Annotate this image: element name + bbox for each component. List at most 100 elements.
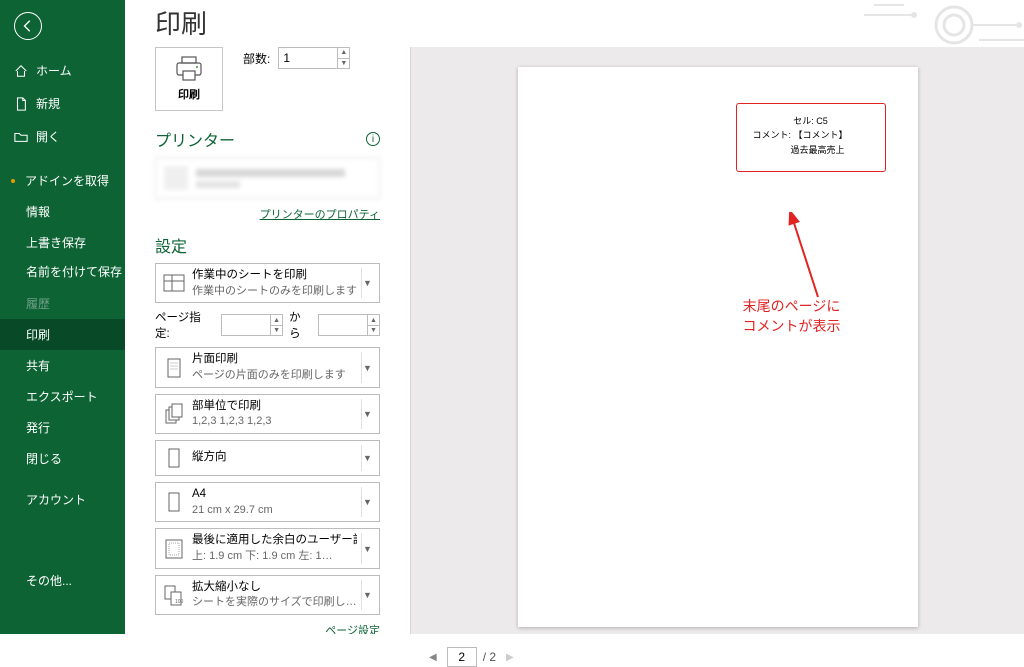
chevron-down-icon: ▼	[361, 445, 373, 471]
sidebar-item-history: 履歴	[0, 288, 125, 319]
setting-title: 作業中のシートを印刷	[192, 268, 357, 284]
comment-output-box: セル: C5 コメント: 【コメント】 過去最高売上	[736, 103, 886, 172]
page-to-input[interactable]	[318, 314, 368, 336]
sidebar-item-saveas[interactable]: 名前を付けて保存	[0, 258, 125, 288]
current-page-input[interactable]	[447, 647, 477, 667]
copies-label: 部数:	[243, 50, 270, 67]
page-to-stepper[interactable]: ▲▼	[368, 314, 380, 336]
prev-page-button[interactable]: ◀	[425, 650, 441, 665]
print-preview-panel: セル: C5 コメント: 【コメント】 過去最高売上 末尾のページに コメントが…	[410, 47, 1024, 634]
chevron-down-icon: ▼	[361, 580, 373, 610]
back-button[interactable]	[14, 12, 42, 40]
setting-sub: シートを実際のサイズで印刷します	[192, 595, 357, 610]
portrait-icon	[162, 445, 186, 471]
annotation-text: 末尾のページに コメントが表示	[743, 297, 841, 336]
sidebar-label: その他...	[26, 574, 72, 588]
sidebar-item-close[interactable]: 閉じる	[0, 443, 125, 474]
setting-sub: 作業中のシートのみを印刷します	[192, 284, 357, 299]
info-icon[interactable]: i	[366, 132, 380, 146]
sidebar-label: アドインを取得	[25, 172, 109, 189]
sidebar-label: 履歴	[26, 297, 50, 311]
arrow-left-icon	[21, 19, 35, 33]
setting-title: A4	[192, 487, 357, 503]
page-range-label: ページ指定:	[155, 309, 215, 341]
comment-cell-ref: セル: C5	[753, 114, 869, 128]
annotation-line1: 末尾のページに	[743, 297, 841, 317]
sidebar-item-new[interactable]: 新規	[0, 87, 125, 120]
sidebar-item-print[interactable]: 印刷	[0, 319, 125, 350]
sidebar-label: 上書き保存	[26, 236, 86, 250]
page-icon	[162, 355, 186, 381]
page-from-input[interactable]	[221, 314, 271, 336]
paper-icon	[162, 489, 186, 515]
sidebar-item-addins[interactable]: アドインを取得	[0, 165, 125, 196]
sidebar-label: 新規	[36, 95, 60, 112]
home-icon	[14, 64, 28, 78]
step-up-icon[interactable]: ▲	[338, 48, 349, 59]
setting-paper-size[interactable]: A421 cm x 29.7 cm ▼	[155, 482, 380, 522]
settings-section-header: 設定	[155, 233, 187, 257]
setting-print-what[interactable]: 作業中のシートを印刷作業中のシートのみを印刷します ▼	[155, 263, 380, 303]
sheets-icon	[162, 270, 186, 296]
sidebar-item-info[interactable]: 情報	[0, 196, 125, 227]
new-file-icon	[14, 97, 28, 111]
setting-title: 拡大縮小なし	[192, 580, 357, 596]
sidebar-item-other[interactable]: その他...	[0, 565, 125, 596]
setting-collate[interactable]: 部単位で印刷1,2,3 1,2,3 1,2,3 ▼	[155, 394, 380, 434]
setting-sub: 21 cm x 29.7 cm	[192, 503, 357, 518]
main-area: 印刷 印刷 部数: ▲▼	[125, 0, 1024, 634]
setting-title: 片面印刷	[192, 352, 357, 368]
chevron-down-icon: ▼	[361, 268, 373, 298]
new-indicator-icon	[11, 179, 15, 183]
chevron-down-icon: ▼	[361, 352, 373, 382]
sidebar-item-open[interactable]: 開く	[0, 120, 125, 153]
print-button-label: 印刷	[178, 86, 200, 102]
sidebar-item-publish[interactable]: 発行	[0, 412, 125, 443]
sidebar-label: 情報	[26, 205, 50, 219]
sidebar-label: アカウント	[26, 493, 86, 507]
print-button[interactable]: 印刷	[155, 47, 223, 111]
page-from-stepper[interactable]: ▲▼	[271, 314, 283, 336]
sidebar-label: エクスポート	[26, 390, 98, 404]
svg-text:100: 100	[175, 599, 184, 605]
preview-pagination: ◀ / 2 ▶	[411, 647, 1024, 667]
comment-label: コメント: 【コメント】	[753, 128, 869, 142]
sidebar-item-account[interactable]: アカウント	[0, 484, 125, 515]
setting-sub: 上: 1.9 cm 下: 1.9 cm 左: 1…	[192, 549, 357, 564]
sidebar-item-export[interactable]: エクスポート	[0, 381, 125, 412]
step-down-icon[interactable]: ▼	[338, 59, 349, 69]
setting-simplex[interactable]: 片面印刷ページの片面のみを印刷します ▼	[155, 347, 380, 387]
sidebar-item-share[interactable]: 共有	[0, 350, 125, 381]
setting-orientation[interactable]: 縦方向 ▼	[155, 440, 380, 476]
next-page-button[interactable]: ▶	[502, 650, 518, 665]
copies-stepper[interactable]: ▲▼	[338, 47, 350, 69]
sidebar-item-save[interactable]: 上書き保存	[0, 227, 125, 258]
sidebar-item-home[interactable]: ホーム	[0, 54, 125, 87]
setting-sub: ページの片面のみを印刷します	[192, 368, 357, 383]
folder-open-icon	[14, 130, 28, 144]
print-settings-panel: 印刷 部数: ▲▼ プリンター i プリンターのプロパティ 設定	[125, 47, 410, 634]
page-range-to-label: から	[289, 309, 312, 341]
chevron-down-icon: ▼	[361, 399, 373, 429]
scaling-icon: 100	[162, 582, 186, 608]
page-setup-link[interactable]: ページ設定	[325, 625, 380, 634]
sidebar-label: 名前を付けて保存	[26, 265, 122, 279]
setting-title: 最後に適用した余白のユーザー設定	[192, 533, 357, 549]
setting-scaling[interactable]: 100 拡大縮小なしシートを実際のサイズで印刷します ▼	[155, 575, 380, 615]
sidebar-label: 共有	[26, 359, 50, 373]
annotation-line2: コメントが表示	[743, 317, 841, 337]
collate-icon	[162, 401, 186, 427]
margins-icon	[162, 536, 186, 562]
printer-status-icon	[164, 166, 188, 190]
setting-margins[interactable]: 最後に適用した余白のユーザー設定上: 1.9 cm 下: 1.9 cm 左: 1…	[155, 528, 380, 568]
setting-title: 部単位で印刷	[192, 399, 357, 415]
comment-body: 過去最高売上	[753, 143, 869, 157]
sidebar-label: 開く	[36, 128, 60, 145]
sidebar-label: 印刷	[26, 328, 50, 342]
sidebar-label: 閉じる	[26, 452, 62, 466]
printer-properties-link[interactable]: プリンターのプロパティ	[260, 209, 380, 221]
setting-title: 縦方向	[192, 450, 357, 466]
sidebar-label: ホーム	[36, 62, 72, 79]
printer-dropdown[interactable]	[155, 157, 380, 199]
copies-input[interactable]	[278, 47, 338, 69]
